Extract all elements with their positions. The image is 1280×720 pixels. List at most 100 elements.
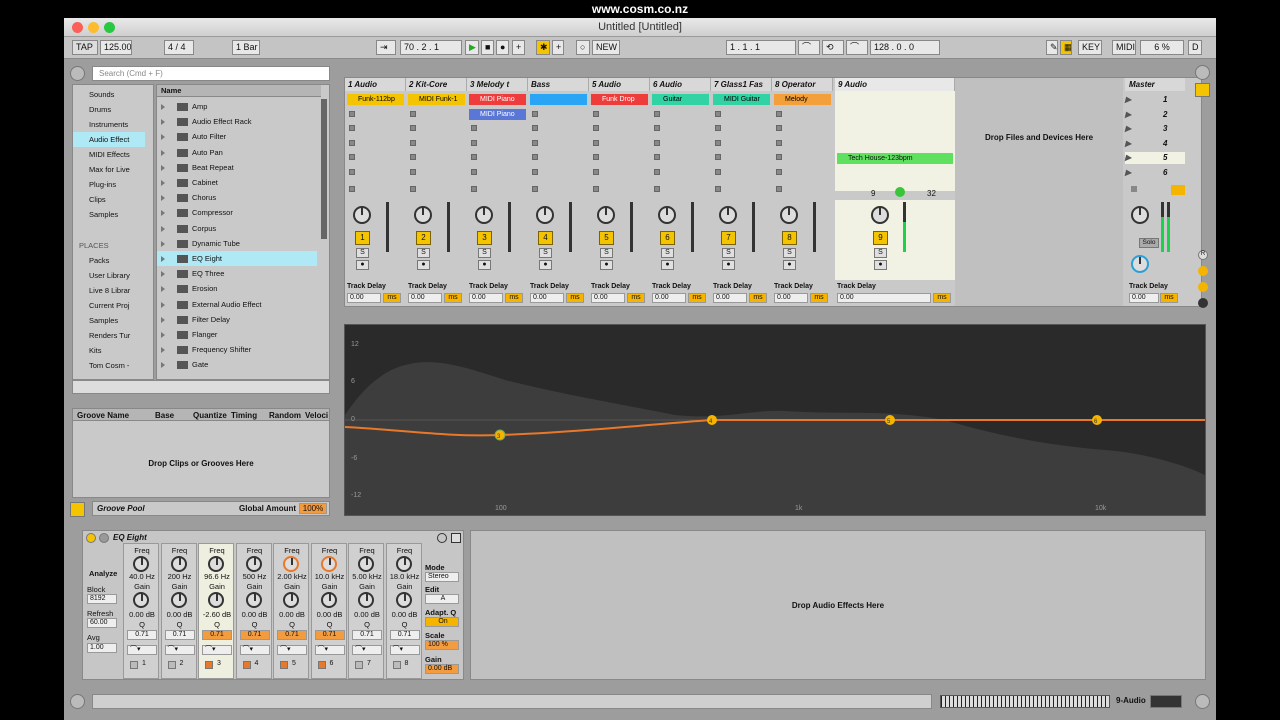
ms-toggle[interactable]: ms	[627, 293, 645, 303]
view-switch-icon[interactable]	[1195, 65, 1210, 80]
master-solo-button[interactable]: Solo	[1139, 238, 1159, 248]
empty-clip-slot[interactable]	[410, 110, 416, 117]
drop-area[interactable]: Drop Files and Devices Here	[955, 78, 1123, 306]
solo-button[interactable]: S	[417, 248, 430, 258]
expand-icon[interactable]	[161, 240, 165, 247]
track-volume-knob[interactable]	[719, 206, 737, 224]
clip-slot[interactable]: MIDI Guitar	[713, 94, 770, 105]
category-drums[interactable]: Drums	[73, 102, 111, 117]
freq-knob[interactable]	[395, 556, 412, 572]
input-channel[interactable]: 9	[871, 189, 875, 198]
empty-clip-slot[interactable]	[593, 169, 599, 175]
scene-launch[interactable]: ▶ 4	[1125, 138, 1185, 150]
scene-launch[interactable]: ▶ 5	[1125, 152, 1185, 165]
clip-stop-button[interactable]	[410, 186, 416, 192]
ms-toggle[interactable]: ms	[688, 293, 706, 303]
track-header[interactable]: 5 Audio	[589, 78, 650, 91]
mode-select[interactable]: Stereo	[425, 572, 459, 582]
empty-clip-slot[interactable]	[532, 125, 538, 132]
session-view-icon[interactable]	[1195, 83, 1210, 97]
empty-clip-slot[interactable]	[471, 125, 477, 132]
scene-launch[interactable]: ▶ 6	[1125, 167, 1185, 179]
expand-icon[interactable]	[161, 286, 165, 293]
freq-knob[interactable]	[358, 556, 374, 572]
track-header[interactable]: 8 Operator	[772, 78, 833, 91]
arm-button[interactable]: ●	[600, 260, 613, 270]
place-renders[interactable]: Renders Tur	[73, 328, 130, 343]
clip-slot[interactable]: MIDI Funk-1	[408, 94, 465, 105]
browser-item[interactable]: Chorus	[157, 190, 317, 205]
category-clips[interactable]: Clips	[73, 192, 106, 207]
empty-clip-slot[interactable]	[532, 154, 538, 161]
band-activator[interactable]	[130, 661, 138, 669]
empty-clip-slot[interactable]	[349, 110, 355, 117]
track-delay-value[interactable]: 0.00	[591, 293, 625, 303]
clip-stop-button[interactable]	[471, 186, 477, 192]
place-tom-cosm[interactable]: Tom Cosm -	[73, 358, 129, 373]
browser-item[interactable]: Dynamic Tube	[157, 236, 317, 251]
browser-item[interactable]: Erosion	[157, 281, 317, 296]
q-value[interactable]: 0.71	[164, 630, 195, 640]
tempo-field[interactable]: 125.00	[100, 40, 132, 55]
follow-button[interactable]: ⇥	[376, 40, 396, 55]
browser-item[interactable]: Gate	[157, 357, 317, 372]
new-button[interactable]: NEW	[592, 40, 620, 55]
empty-clip-slot[interactable]	[776, 139, 782, 146]
scene-launch[interactable]: ▶ 2	[1125, 109, 1185, 121]
browser-toggle-icon[interactable]	[70, 66, 85, 81]
arm-button[interactable]: ●	[722, 260, 735, 270]
category-audio-effect[interactable]: Audio Effect	[73, 132, 145, 147]
solo-button[interactable]: S	[600, 248, 613, 258]
track-delay-value[interactable]: 0.00	[347, 293, 381, 303]
device-drop-zone[interactable]: Drop Audio Effects Here	[470, 530, 1206, 680]
arm-button[interactable]: ●	[661, 260, 674, 270]
empty-clip-slot[interactable]	[471, 154, 477, 161]
clip-slot[interactable]: Funk Drop	[591, 94, 648, 105]
automation-arm-icon[interactable]: ✱	[536, 40, 550, 55]
band-activator[interactable]	[167, 661, 176, 669]
clip-stop-button[interactable]	[715, 186, 721, 192]
empty-clip-slot[interactable]	[410, 139, 416, 146]
empty-clip-slot[interactable]	[654, 125, 660, 132]
clip-slot[interactable]: Tech House-123bpm	[837, 153, 953, 164]
browser-item[interactable]: Amp	[157, 99, 317, 114]
punch-in-icon[interactable]: ⌒	[798, 40, 820, 55]
filter-type-select[interactable]: ⌒▾	[164, 645, 195, 655]
q-value[interactable]: 0.71	[277, 630, 307, 640]
groove-pool-toggle-icon[interactable]	[70, 502, 85, 517]
track-delay-value[interactable]: 0.00	[774, 293, 808, 303]
empty-clip-slot[interactable]	[593, 139, 599, 146]
expand-icon[interactable]	[161, 316, 165, 323]
place-samples[interactable]: Samples	[73, 313, 118, 328]
edit-switch[interactable]: A	[425, 594, 459, 604]
browser-item[interactable]: EQ Eight	[157, 251, 317, 266]
track-delay-value[interactable]: 0.00	[469, 293, 503, 303]
eq-display[interactable]: 3 4 5 6 12 6 0 -6 -12 100 1k 10k	[344, 324, 1206, 516]
midi-map-button[interactable]: MIDI	[1112, 40, 1136, 55]
q-value[interactable]: 0.71	[127, 630, 157, 640]
place-kits[interactable]: Kits	[73, 343, 102, 358]
track-activator[interactable]: 1	[355, 231, 370, 245]
expand-icon[interactable]	[161, 332, 165, 339]
empty-clip-slot[interactable]	[410, 125, 416, 132]
scale-field[interactable]: 100 %	[425, 640, 459, 650]
refresh-field[interactable]: 60.00	[87, 618, 117, 628]
freq-knob[interactable]	[245, 556, 262, 572]
return-button[interactable]: R	[1198, 250, 1208, 260]
track-volume-knob[interactable]	[414, 206, 432, 224]
q-value[interactable]: 0.71	[202, 630, 232, 640]
master-track-delay-value[interactable]: 0.00	[1129, 293, 1159, 303]
clip-stop-button[interactable]	[593, 186, 599, 192]
quantize-menu[interactable]: 1 Bar	[232, 40, 260, 55]
category-samples[interactable]: Samples	[73, 207, 118, 222]
computer-keyboard-icon[interactable]: ▦	[1060, 40, 1072, 55]
band-activator[interactable]	[242, 661, 251, 669]
track-activator[interactable]: 4	[538, 231, 553, 245]
time-signature[interactable]: 4 / 4	[164, 40, 194, 55]
track-volume-knob[interactable]	[658, 206, 676, 224]
scene-launch[interactable]: ▶ 3	[1125, 123, 1185, 135]
band-activator[interactable]	[355, 661, 363, 669]
io-button[interactable]	[1198, 266, 1208, 276]
empty-clip-slot[interactable]	[593, 154, 599, 161]
expand-icon[interactable]	[161, 134, 165, 141]
